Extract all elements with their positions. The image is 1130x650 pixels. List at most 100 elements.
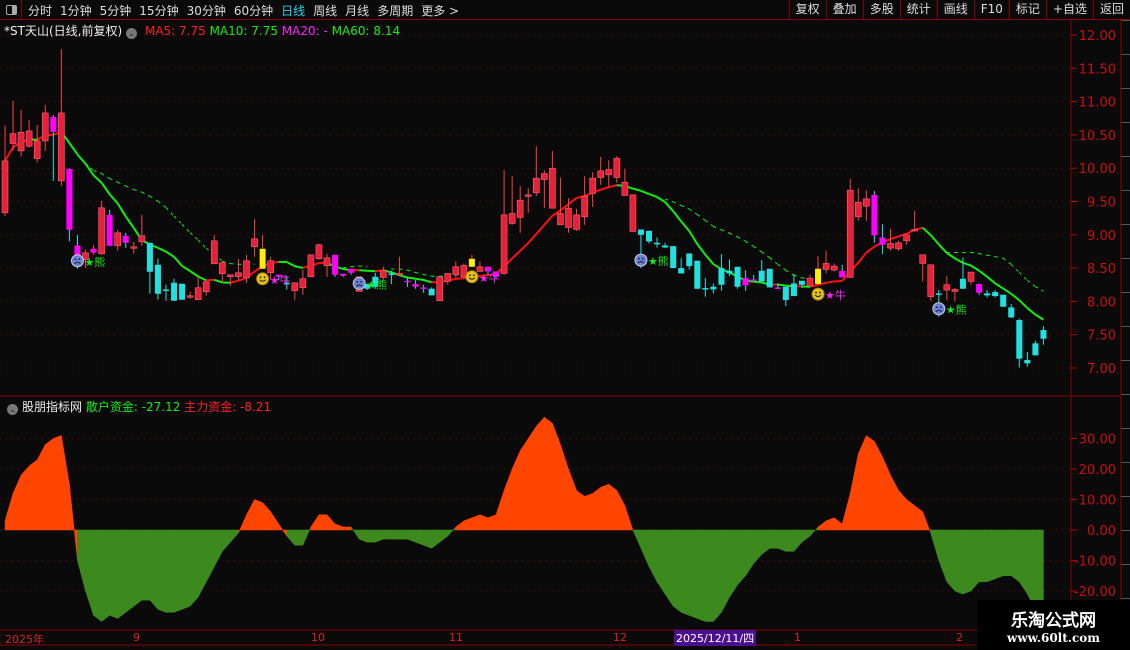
bear-face-icon: ★熊 [70,254,105,269]
candle-body [887,243,894,249]
watermark: 乐淘公式网 www.60lt.com [977,600,1130,650]
ma20-dashed-segment [777,263,787,271]
ma-line-segment [124,215,135,229]
candle [927,264,935,301]
chevron-down-icon[interactable]: ⌄ [126,28,138,39]
candle-body [750,279,757,281]
candle-body [654,242,661,245]
candle [943,276,951,301]
indicator-area-segment [697,529,706,622]
indicator-area-segment [938,529,948,582]
candle-body [420,287,427,289]
candle-body [646,230,652,242]
indicator-area-segment [133,529,143,607]
indicator-area-segment [825,517,835,531]
candle [1032,340,1039,356]
bull-face-icon: ★牛 [256,272,290,287]
candle [903,234,910,245]
side-strip-cell [1121,326,1130,360]
indicator-area-segment [61,435,70,531]
indicator-area-segment [994,529,1004,580]
face [634,253,648,267]
candle-body [25,130,33,147]
ma-line-segment [1002,287,1012,295]
indicator-area-segment [1019,529,1028,595]
candle-body [1032,343,1039,356]
indicator-area-segment [262,501,271,531]
candle-body [621,181,629,196]
ma-line-segment [359,269,368,272]
ma-line-segment [680,220,691,232]
indicator-area-segment [648,529,658,582]
candle [315,243,323,260]
ma20-dashed-segment [101,172,110,179]
indicator-area-segment [294,529,304,546]
ma20-dashed-segment [423,274,432,277]
candle-body [468,258,475,267]
candle-body [903,234,910,242]
indicator-area-segment [519,437,529,531]
indicator-area-segment [552,423,561,531]
indicator-area-segment [278,523,287,537]
ma-line-segment [946,252,956,260]
candle-body [726,270,733,274]
ma-line-segment [399,274,408,279]
bear-label: ★熊 [946,303,967,317]
candle-body [524,194,532,197]
candle [694,260,701,289]
ma20-dashed-segment [189,232,199,241]
candle-body [581,195,588,218]
candle-body [138,235,146,243]
candle-body [541,173,548,180]
candle-body [50,116,57,132]
candle-body [146,242,153,272]
bear-face-icon: ★熊 [932,302,967,317]
ma20-dashed-segment [680,205,690,210]
candle [734,266,741,289]
candle-body [315,244,323,260]
indicator-area-segment [680,529,690,616]
ma20-dashed-segment [785,269,795,276]
indicator-area-segment [705,529,714,622]
indicator-area-segment [858,435,867,531]
candle [597,156,605,185]
indicator-area-segment [777,529,787,552]
ma-line-segment [4,146,14,162]
ma20-dashed-segment [1018,271,1028,281]
ma-line-segment [648,193,658,198]
candle-body [1008,307,1015,318]
ma-line-segment [213,278,223,284]
chevron-down-icon[interactable]: ⌄ [7,404,18,415]
candle-body [396,273,403,276]
candle [976,283,983,295]
kline-chart[interactable]: 12.0011.5011.0010.5010.009.509.008.508.0… [0,0,1130,650]
eye [939,306,942,309]
ma-line-segment [108,193,119,205]
ma-line-segment [116,202,127,217]
bear-face-icon: ★熊 [352,276,387,291]
candle-body [1016,320,1023,359]
candle [1024,352,1031,367]
candle-body [927,264,935,298]
indicator-area-segment [793,529,803,553]
candle-body [211,240,218,265]
candle [452,261,460,279]
candle-body [444,273,452,282]
indicator-area-segment [560,444,569,531]
candle-body [976,284,983,293]
ma-line-segment [238,276,247,282]
candle [621,168,629,196]
indicator-area-segment [769,529,779,549]
indicator-area-segment [173,529,183,613]
indicator-area-segment [334,523,344,531]
candle-body [557,213,564,226]
price-tick-label: 7.50 [1087,329,1116,344]
indicator-area-segment [850,453,859,531]
indicator-area-segment [85,529,94,616]
indicator-area-segment [117,529,126,619]
ma-line-segment [567,197,578,205]
ma20-dashed-segment [173,215,183,225]
candle [846,178,854,278]
price-tick-label: 10.50 [1079,129,1116,144]
ma-line-segment [656,196,666,203]
